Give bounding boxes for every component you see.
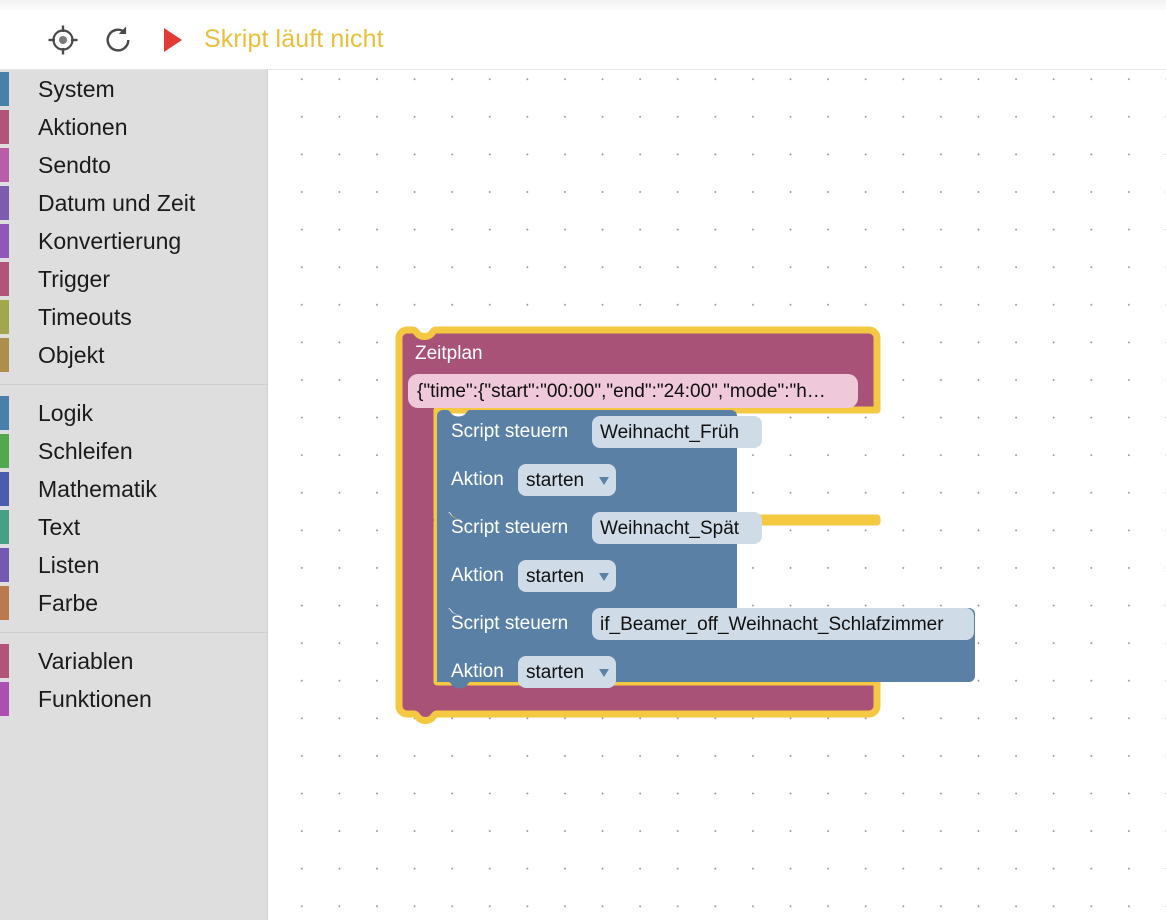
script-control-block-2[interactable]: Script steuern Weihnacht_Spät Aktion sta… bbox=[437, 512, 762, 615]
script-name-value: Weihnacht_Spät bbox=[600, 518, 740, 539]
category-color-swatch bbox=[0, 300, 9, 334]
sidebar-item-funktionen[interactable]: Funktionen bbox=[0, 680, 267, 718]
category-color-swatch bbox=[0, 224, 9, 258]
category-color-swatch bbox=[0, 586, 9, 620]
sidebar-item-label: Konvertierung bbox=[38, 227, 182, 254]
script-name-field-2[interactable]: Weihnacht_Spät bbox=[592, 512, 762, 544]
category-color-swatch bbox=[0, 472, 9, 506]
sidebar-item-farbe[interactable]: Farbe bbox=[0, 584, 267, 622]
sidebar-item-mathematik[interactable]: Mathematik bbox=[0, 470, 267, 508]
script-control-label: Script steuern bbox=[451, 517, 568, 538]
category-color-swatch bbox=[0, 148, 9, 182]
sidebar-item-label: Mathematik bbox=[38, 475, 157, 502]
window-top-strip bbox=[0, 0, 1166, 10]
sidebar-item-label: Variablen bbox=[38, 647, 134, 674]
sidebar-item-konvertierung[interactable]: Konvertierung bbox=[0, 222, 267, 260]
sidebar-item-label: Farbe bbox=[38, 589, 99, 616]
action-dropdown-value: starten bbox=[526, 470, 584, 491]
action-dropdown-value: starten bbox=[526, 662, 584, 683]
sidebar-item-timeouts[interactable]: Timeouts bbox=[0, 298, 267, 336]
sidebar-item-label: System bbox=[38, 75, 115, 102]
category-color-swatch bbox=[0, 262, 9, 296]
category-color-swatch bbox=[0, 510, 9, 544]
category-color-swatch bbox=[0, 396, 9, 430]
sidebar-item-system[interactable]: System bbox=[0, 70, 267, 108]
script-status-label: Skript läuft nicht bbox=[204, 25, 384, 53]
category-color-swatch bbox=[0, 682, 9, 716]
action-label: Aktion bbox=[451, 661, 504, 682]
block-stack[interactable]: Zeitplan {"time":{"start":"00:00","end":… bbox=[395, 326, 1155, 756]
sidebar-item-label: Sendto bbox=[38, 151, 111, 178]
script-name-value: Weihnacht_Früh bbox=[600, 422, 739, 443]
sidebar-item-trigger[interactable]: Trigger bbox=[0, 260, 267, 298]
sidebar-item-listen[interactable]: Listen bbox=[0, 546, 267, 584]
sidebar-item-label: Timeouts bbox=[38, 303, 132, 330]
script-control-block-1[interactable]: Script steuern Weihnacht_Früh Aktion sta… bbox=[437, 410, 762, 519]
sidebar-item-datum-und-zeit[interactable]: Datum und Zeit bbox=[0, 184, 267, 222]
sidebar-item-label: Logik bbox=[38, 399, 93, 426]
action-label: Aktion bbox=[451, 469, 504, 490]
zeitplan-schedule-value: {"time":{"start":"00:00","end":"24:00","… bbox=[417, 381, 826, 402]
category-color-swatch bbox=[0, 72, 9, 106]
script-name-value: if_Beamer_off_Weihnacht_Schlafzimmer bbox=[600, 614, 944, 635]
action-dropdown-2[interactable]: starten bbox=[518, 560, 616, 592]
sidebar-item-label: Aktionen bbox=[38, 113, 128, 140]
sidebar-item-label: Datum und Zeit bbox=[38, 189, 196, 216]
category-color-swatch bbox=[0, 548, 9, 582]
script-name-field-3[interactable]: if_Beamer_off_Weihnacht_Schlafzimmer bbox=[592, 608, 974, 640]
action-label: Aktion bbox=[451, 565, 504, 586]
sidebar-item-label: Text bbox=[38, 513, 81, 540]
script-control-label: Script steuern bbox=[451, 421, 568, 442]
sidebar-item-text[interactable]: Text bbox=[0, 508, 267, 546]
sidebar-item-logik[interactable]: Logik bbox=[0, 394, 267, 432]
toolbox-group-core: System Aktionen Sendto Datum und Zeit Ko… bbox=[0, 70, 267, 374]
sidebar-item-label: Funktionen bbox=[38, 685, 152, 712]
zeitplan-block-title: Zeitplan bbox=[415, 343, 483, 364]
sidebar-item-variablen[interactable]: Variablen bbox=[0, 642, 267, 680]
script-control-label: Script steuern bbox=[451, 613, 568, 634]
play-icon[interactable] bbox=[160, 25, 186, 55]
sidebar-item-sendto[interactable]: Sendto bbox=[0, 146, 267, 184]
zeitplan-schedule-field[interactable]: {"time":{"start":"00:00","end":"24:00","… bbox=[408, 374, 858, 408]
toolbox-sidebar: System Aktionen Sendto Datum und Zeit Ko… bbox=[0, 70, 268, 920]
action-dropdown-1[interactable]: starten bbox=[518, 464, 616, 496]
sidebar-item-label: Listen bbox=[38, 551, 100, 578]
sidebar-item-aktionen[interactable]: Aktionen bbox=[0, 108, 267, 146]
category-color-swatch bbox=[0, 110, 9, 144]
blockly-workspace-canvas[interactable]: Zeitplan {"time":{"start":"00:00","end":… bbox=[269, 70, 1166, 920]
toolbox-separator bbox=[0, 632, 267, 633]
sidebar-item-schleifen[interactable]: Schleifen bbox=[0, 432, 267, 470]
sidebar-item-label: Objekt bbox=[38, 341, 105, 368]
category-color-swatch bbox=[0, 644, 9, 678]
reload-icon[interactable] bbox=[102, 24, 134, 56]
category-color-swatch bbox=[0, 186, 9, 220]
sidebar-item-label: Schleifen bbox=[38, 437, 133, 464]
category-color-swatch bbox=[0, 434, 9, 468]
action-dropdown-3[interactable]: starten bbox=[518, 656, 616, 688]
toolbox-group-user: Variablen Funktionen bbox=[0, 642, 267, 718]
target-crosshair-icon[interactable] bbox=[46, 23, 80, 57]
script-control-block-3[interactable]: Script steuern if_Beamer_off_Weihnacht_S… bbox=[437, 608, 975, 689]
category-color-swatch bbox=[0, 338, 9, 372]
toolbox-group-builtin: Logik Schleifen Mathematik Text Listen F… bbox=[0, 394, 267, 622]
script-name-field-1[interactable]: Weihnacht_Früh bbox=[592, 416, 762, 448]
sidebar-item-objekt[interactable]: Objekt bbox=[0, 336, 267, 374]
action-dropdown-value: starten bbox=[526, 566, 584, 587]
editor-toolbar: Skript läuft nicht bbox=[0, 10, 1166, 70]
toolbox-separator bbox=[0, 384, 267, 385]
sidebar-item-label: Trigger bbox=[38, 265, 110, 292]
